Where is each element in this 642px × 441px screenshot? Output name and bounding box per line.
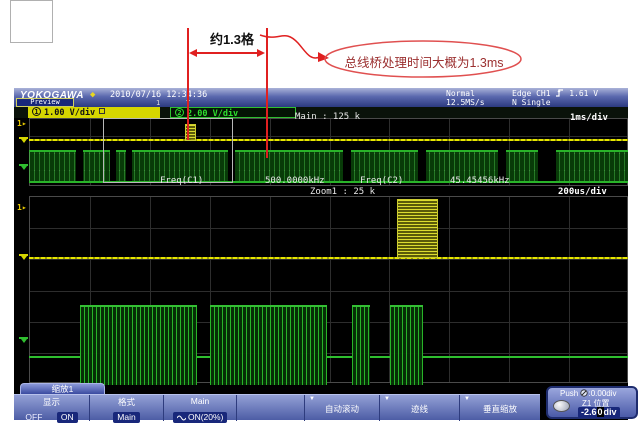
main-zoom-ratio-value[interactable]: ON(20%) [173, 412, 228, 423]
z1-position-value: -2.60div [578, 407, 620, 418]
knob-icon [553, 400, 570, 412]
ch1-scale-badge[interactable]: 11.00 V/div [28, 107, 160, 118]
page: 约1.3格 总线桥处理时间大概为1.3ms YOKOGAWA ◆ 2010/07… [0, 0, 642, 441]
ch1-main-position-marker: 1▸ [17, 119, 27, 128]
zoom-record-length-label: Zoom1 : 25 k [310, 187, 375, 197]
wave-icon [177, 414, 186, 421]
display-off-option[interactable]: OFF [25, 412, 42, 422]
ch2-zoom-burst [210, 305, 327, 385]
gap-annotation-label: 约1.3格 [192, 29, 272, 48]
menu-empty [237, 395, 305, 421]
zoom-timebase-label: 200us/div [558, 187, 607, 197]
dropdown-arrow-icon[interactable]: ▼ [309, 396, 315, 402]
gridline [449, 197, 450, 382]
gridline [30, 228, 627, 229]
freq-c1-label: Freq(C1) [160, 176, 203, 186]
double-arrow-icon [196, 52, 258, 54]
ch2-zoom-baseline [423, 356, 628, 358]
ch2-main-ground-marker [19, 164, 28, 170]
ch1-zoom-burst [397, 199, 438, 258]
zoom1-menu-tab[interactable]: 缩放1 [20, 383, 105, 394]
ch1-main-ground-marker [19, 137, 28, 143]
ch2-main-gap [538, 150, 556, 183]
preview-badge: Preview [16, 98, 74, 107]
note-annotation-text: 总线桥处理时间大概为1.3ms [333, 52, 515, 71]
edit-cursor: 0 [597, 407, 604, 417]
freq-c1-value: 500.0000kHz [265, 176, 325, 186]
freq-c2-label: Freq(C2) [360, 176, 403, 186]
ch2-main-gap [76, 150, 83, 183]
format-value[interactable]: Main [113, 412, 139, 423]
scope-header-bar: YOKOGAWA ◆ 2010/07/16 12:34:36 Normal 12… [14, 88, 628, 107]
ch2-zoom-burst [390, 305, 423, 385]
selection-rect [10, 0, 53, 43]
gridline [330, 197, 331, 382]
softkey-menu-bar: 显示 OFF ON 格式 Main Main ON(20%) ▼ 自动滚动 ▼ [14, 394, 540, 420]
ch2-main-gap [343, 150, 351, 183]
ch2-main-gap [418, 150, 426, 183]
ch1-zoom-trace [29, 257, 628, 259]
menu-main[interactable]: Main ON(20%) [164, 395, 237, 421]
menu-display[interactable]: 显示 OFF ON [14, 395, 90, 421]
main-record-length-label: Main : 125 k [295, 112, 360, 122]
oscilloscope-screen: YOKOGAWA ◆ 2010/07/16 12:34:36 Normal 12… [14, 88, 628, 420]
gridline [509, 197, 510, 382]
coupling-icon [99, 108, 105, 114]
ch1-zoom-ground-marker [19, 254, 28, 260]
ch2-zoom-baseline [197, 356, 210, 358]
annotation-line-left [187, 28, 189, 140]
ch1-zoom-position-marker: 1▸ [17, 203, 27, 212]
rising-edge-icon [555, 89, 564, 97]
menu-trace[interactable]: ▼ 迹线 [380, 395, 460, 421]
trigger-mode-label: N Single [512, 98, 551, 107]
zoom-selection-box[interactable] [103, 118, 233, 183]
dropdown-arrow-icon[interactable]: ▼ [384, 396, 390, 402]
yokogawa-diamond-icon: ◆ [90, 90, 95, 100]
ch2-zoom-baseline [370, 356, 390, 358]
gridline [30, 291, 627, 292]
display-on-option[interactable]: ON [57, 412, 78, 423]
menu-format[interactable]: 格式 Main [90, 395, 164, 421]
menu-auto-scroll[interactable]: ▼ 自动滚动 [305, 395, 380, 421]
record-marker-1: 1 [156, 99, 160, 107]
sample-rate-label: 12.5MS/s [446, 98, 485, 107]
ch2-zoom-burst [352, 305, 370, 385]
acquisition-mode-label: Normal [446, 89, 475, 98]
menu-vertical-zoom[interactable]: ▼ 垂直缩放 [460, 395, 540, 421]
trigger-info-label: Edge CH1 1.61 V [512, 89, 598, 98]
ch2-zoom-baseline [29, 356, 80, 358]
knob-push-label: Push :0.00div [560, 389, 617, 398]
ch2-zoom-ground-marker [19, 337, 28, 343]
gridline [569, 197, 570, 382]
z1-position-knob-panel: Push :0.00div Z1 位置 -2.60div [546, 386, 638, 419]
gridline [30, 259, 627, 260]
main-timebase-label: 1ms/div [570, 113, 608, 123]
freq-c2-value: 45.45456kHz [450, 176, 510, 186]
dropdown-arrow-icon[interactable]: ▼ [464, 396, 470, 402]
ch2-zoom-burst [80, 305, 197, 385]
ch2-zoom-baseline [327, 356, 352, 358]
